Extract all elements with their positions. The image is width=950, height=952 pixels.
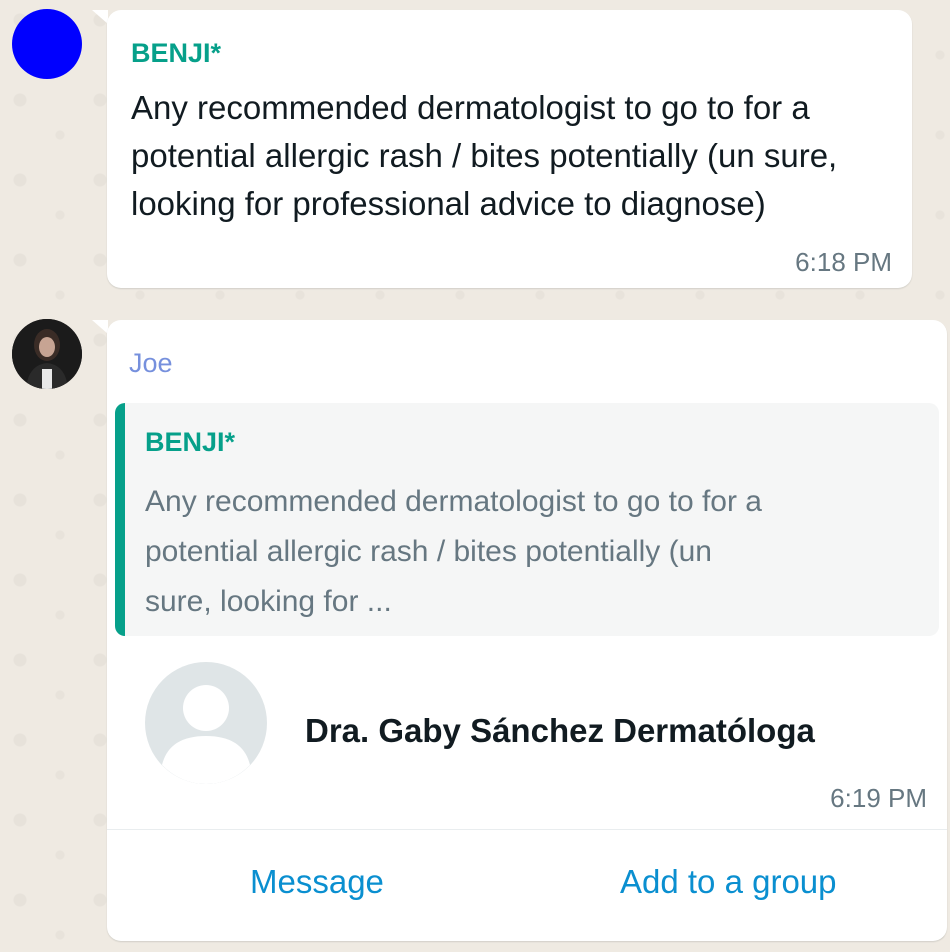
message-timestamp: 6:19 PM [830, 783, 927, 813]
sender-name[interactable]: BENJI* [131, 38, 221, 69]
message-bubble[interactable]: Joe BENJI* Any recommended dermatologist… [107, 320, 947, 941]
bubble-tail [92, 10, 108, 24]
add-to-group-button[interactable]: Add to a group [620, 863, 837, 901]
quoted-text: Any recommended dermatologist to go to f… [145, 485, 762, 618]
bubble-tail [92, 320, 108, 334]
message-bubble[interactable]: BENJI* Any recommended dermatologist to … [107, 10, 912, 288]
avatar-benji[interactable] [12, 9, 82, 79]
quoted-message[interactable]: BENJI* Any recommended dermatologist to … [115, 403, 939, 636]
avatar-joe[interactable] [12, 319, 82, 389]
quote-accent-bar [115, 403, 125, 636]
contact-name: Dra. Gaby Sánchez Dermatóloga [305, 712, 815, 749]
avatar-photo-icon [12, 319, 82, 389]
message-timestamp: 6:18 PM [795, 247, 892, 277]
sender-name[interactable]: Joe [129, 348, 173, 379]
message-contact-button[interactable]: Message [250, 863, 384, 901]
divider [107, 829, 947, 830]
contact-avatar-placeholder-icon [145, 662, 267, 784]
quoted-sender-name: BENJI* [145, 427, 236, 457]
message-text: Any recommended dermatologist to go to f… [131, 89, 838, 222]
